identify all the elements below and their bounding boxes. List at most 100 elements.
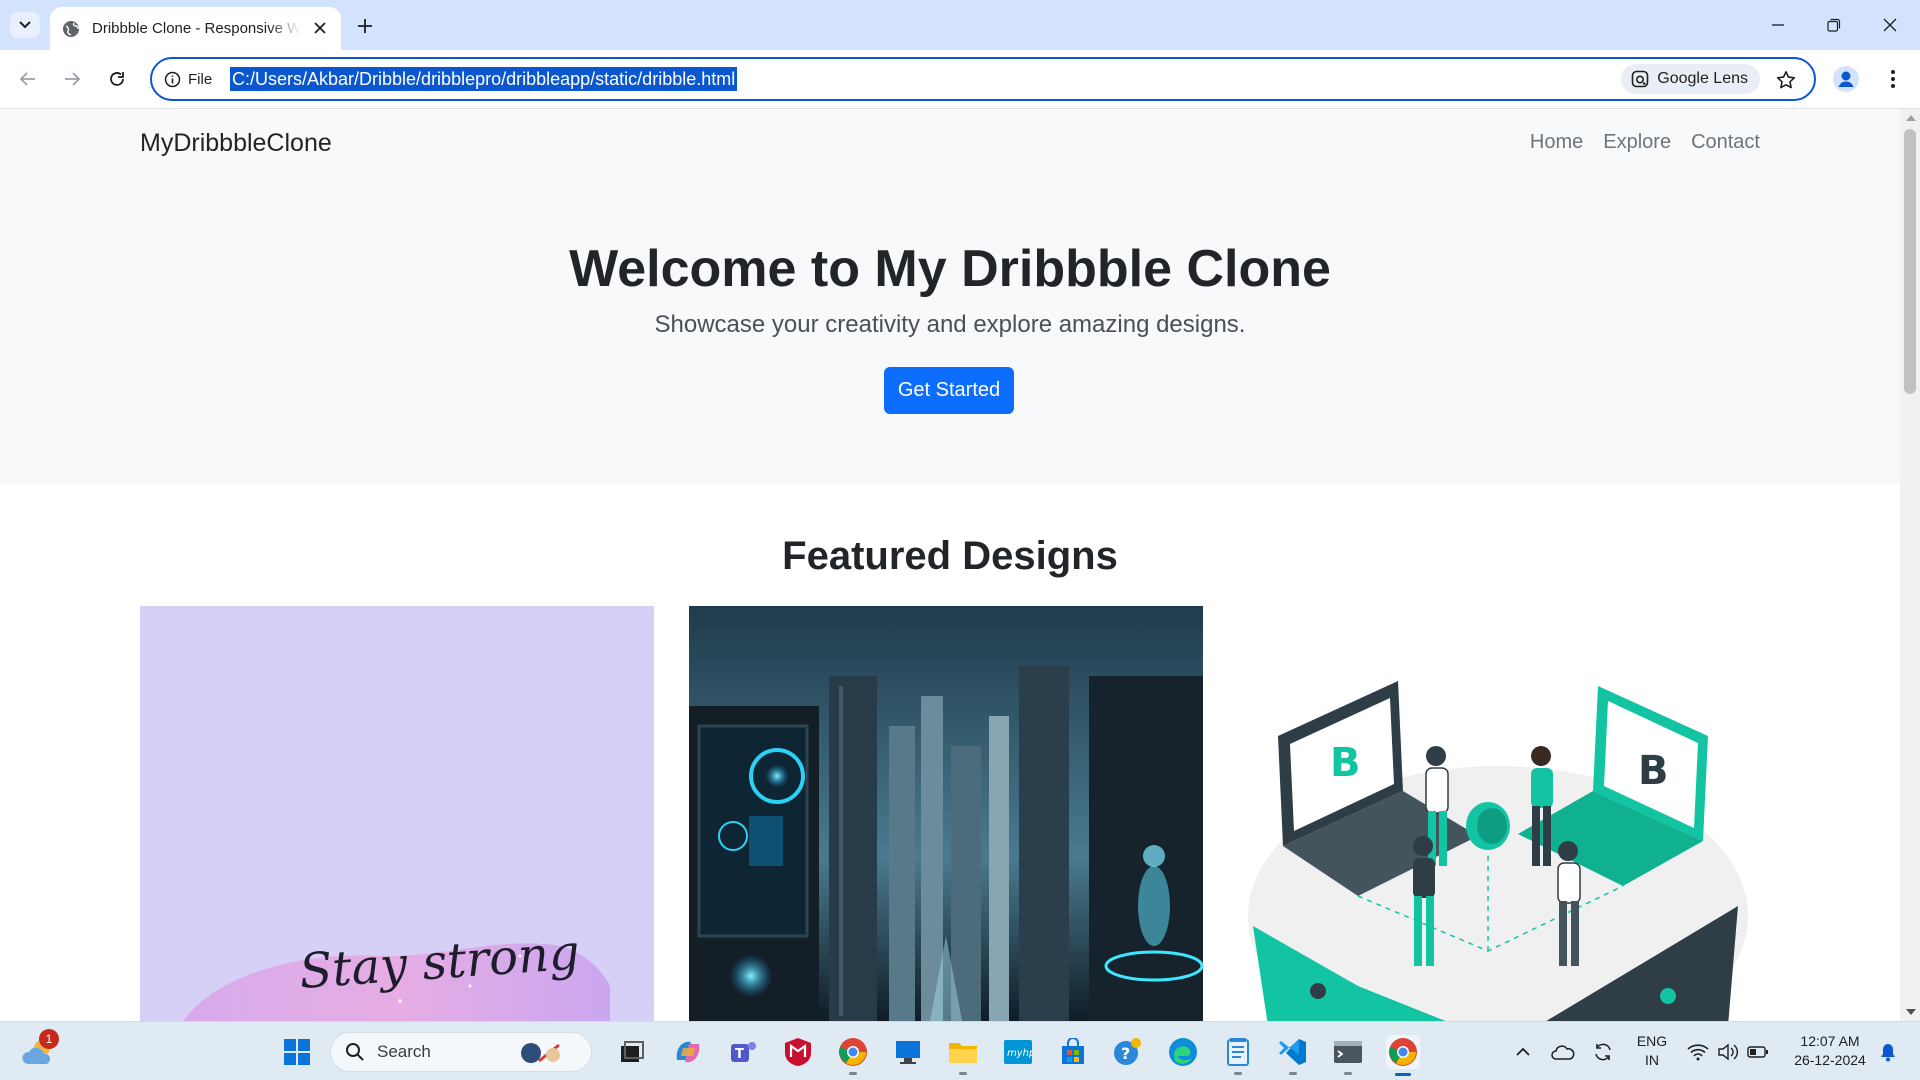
- profile-button[interactable]: [1830, 63, 1862, 95]
- running-indicator: [1289, 1072, 1297, 1075]
- star-icon: [1776, 71, 1796, 89]
- edge-app[interactable]: [1166, 1035, 1200, 1069]
- notifications-button[interactable]: [1870, 1035, 1906, 1069]
- svg-text:T: T: [735, 1047, 744, 1062]
- copilot-app[interactable]: [671, 1035, 705, 1069]
- design-card-stay-strong[interactable]: Stay strong: [140, 606, 654, 1021]
- nav-link-home[interactable]: Home: [1530, 131, 1583, 154]
- forward-button[interactable]: [56, 63, 88, 95]
- onedrive-tray[interactable]: [1545, 1035, 1581, 1069]
- bookmark-button[interactable]: [1772, 66, 1800, 94]
- teams-app[interactable]: T: [726, 1035, 760, 1069]
- start-button[interactable]: [280, 1035, 314, 1069]
- sync-tray[interactable]: [1585, 1035, 1621, 1069]
- bitcoin-symbol: B: [1638, 748, 1669, 794]
- close-window-icon: [1883, 18, 1897, 32]
- page-scrollbar[interactable]: [1900, 109, 1920, 1021]
- design-card-crypto-team[interactable]: B B: [1238, 606, 1752, 1021]
- minimize-button[interactable]: [1758, 10, 1798, 40]
- get-started-button[interactable]: Get Started: [884, 367, 1014, 414]
- terminal-app[interactable]: [1331, 1035, 1365, 1075]
- browser-menu-button[interactable]: [1878, 63, 1908, 95]
- tab-search-button[interactable]: [10, 12, 40, 38]
- nav-link-explore[interactable]: Explore: [1603, 131, 1671, 154]
- minimize-icon: [1772, 24, 1784, 26]
- store-icon: [1062, 1038, 1084, 1064]
- camera-lens-icon: [1631, 70, 1649, 88]
- task-view-button[interactable]: [615, 1035, 649, 1069]
- browser-toolbar: File C:/Users/Akbar/Dribble/dribblepro/d…: [0, 50, 1920, 109]
- search-icon: [346, 1043, 364, 1061]
- site-brand[interactable]: MyDribbbleClone: [140, 129, 332, 158]
- chrome-app-active[interactable]: [1386, 1035, 1420, 1076]
- input-language-indicator[interactable]: ENG IN: [1630, 1032, 1674, 1070]
- copilot-icon: [676, 1041, 700, 1063]
- scroll-down-icon[interactable]: [1906, 1009, 1916, 1015]
- folder-icon: [949, 1043, 977, 1063]
- clock-tray[interactable]: 12:07 AM 26-12-2024: [1780, 1032, 1880, 1070]
- running-indicator: [1234, 1072, 1242, 1075]
- battery-icon: [1747, 1046, 1768, 1058]
- remote-desktop-app[interactable]: [891, 1035, 925, 1069]
- avatar-icon: [1833, 66, 1859, 92]
- restore-button[interactable]: [1814, 10, 1854, 40]
- file-explorer-app[interactable]: [946, 1035, 980, 1075]
- arrow-left-icon: [19, 72, 35, 86]
- terminal-icon: [1334, 1041, 1362, 1063]
- microsoft-store-app[interactable]: [1056, 1035, 1090, 1069]
- vscode-app[interactable]: [1276, 1035, 1310, 1075]
- crypto-team-artwork: B B: [1238, 606, 1752, 1021]
- more-vert-icon: [1891, 70, 1895, 88]
- chevron-up-icon: [1516, 1047, 1530, 1056]
- svg-text:myhp: myhp: [1007, 1048, 1033, 1059]
- close-window-button[interactable]: [1870, 10, 1910, 40]
- hero-section: Welcome to My Dribbble Clone Showcase yo…: [0, 184, 1900, 484]
- info-icon: [164, 71, 181, 87]
- taskbar-search-box[interactable]: Search: [330, 1032, 592, 1072]
- google-lens-label: Google Lens: [1657, 70, 1748, 87]
- cloud-icon: [1551, 1045, 1575, 1060]
- taskbar-search-placeholder: Search: [377, 1042, 431, 1061]
- edge-icon: [1169, 1038, 1197, 1066]
- design-card-futuristic-city[interactable]: [689, 606, 1203, 1021]
- new-tab-button[interactable]: [352, 13, 378, 39]
- nav-link-contact[interactable]: Contact: [1691, 131, 1760, 154]
- stay-strong-artwork: Stay strong: [140, 606, 654, 1021]
- show-hidden-icons-button[interactable]: [1505, 1035, 1541, 1069]
- scroll-thumb[interactable]: [1904, 129, 1916, 394]
- site-info-chip[interactable]: File: [164, 68, 212, 90]
- chrome-app-1[interactable]: [836, 1035, 870, 1075]
- volume-icon: [1718, 1043, 1738, 1061]
- active-indicator: [1395, 1073, 1411, 1076]
- sync-icon: [1595, 1043, 1611, 1061]
- address-bar[interactable]: File C:/Users/Akbar/Dribble/dribblepro/d…: [150, 57, 1816, 101]
- svg-text:?: ?: [1121, 1044, 1130, 1063]
- get-help-app[interactable]: ?: [1111, 1035, 1145, 1069]
- clock-date: 26-12-2024: [1794, 1052, 1866, 1068]
- teams-icon: T: [731, 1042, 756, 1062]
- quick-settings-tray[interactable]: [1680, 1035, 1776, 1069]
- url-text[interactable]: C:/Users/Akbar/Dribble/dribblepro/dribbl…: [230, 67, 738, 91]
- back-button[interactable]: [12, 63, 44, 95]
- myhp-app[interactable]: myhp: [1001, 1035, 1035, 1069]
- bitcoin-symbol: B: [1330, 740, 1361, 786]
- scroll-up-icon[interactable]: [1906, 115, 1916, 121]
- task-view-icon: [621, 1041, 644, 1062]
- restore-icon: [1827, 18, 1841, 32]
- language-code: ENG: [1636, 1033, 1668, 1049]
- close-icon[interactable]: [311, 19, 329, 37]
- mcafee-app[interactable]: [781, 1035, 815, 1069]
- reload-button[interactable]: [101, 63, 133, 95]
- running-indicator: [849, 1072, 857, 1075]
- help-icon: ?: [1114, 1038, 1141, 1065]
- page-viewport: MyDribbbleClone Home Explore Contact Wel…: [0, 109, 1900, 1021]
- plus-icon: [358, 19, 372, 33]
- chrome-icon: [1389, 1038, 1417, 1066]
- file-chip-label: File: [188, 70, 213, 88]
- globe-icon: [63, 20, 79, 37]
- google-lens-button[interactable]: Google Lens: [1621, 64, 1760, 94]
- chevron-down-icon: [19, 21, 31, 29]
- browser-tab[interactable]: Dribbble Clone - Responsive W: [50, 7, 341, 50]
- myhp-icon: myhp: [1004, 1040, 1033, 1064]
- notepad-app[interactable]: [1221, 1035, 1255, 1075]
